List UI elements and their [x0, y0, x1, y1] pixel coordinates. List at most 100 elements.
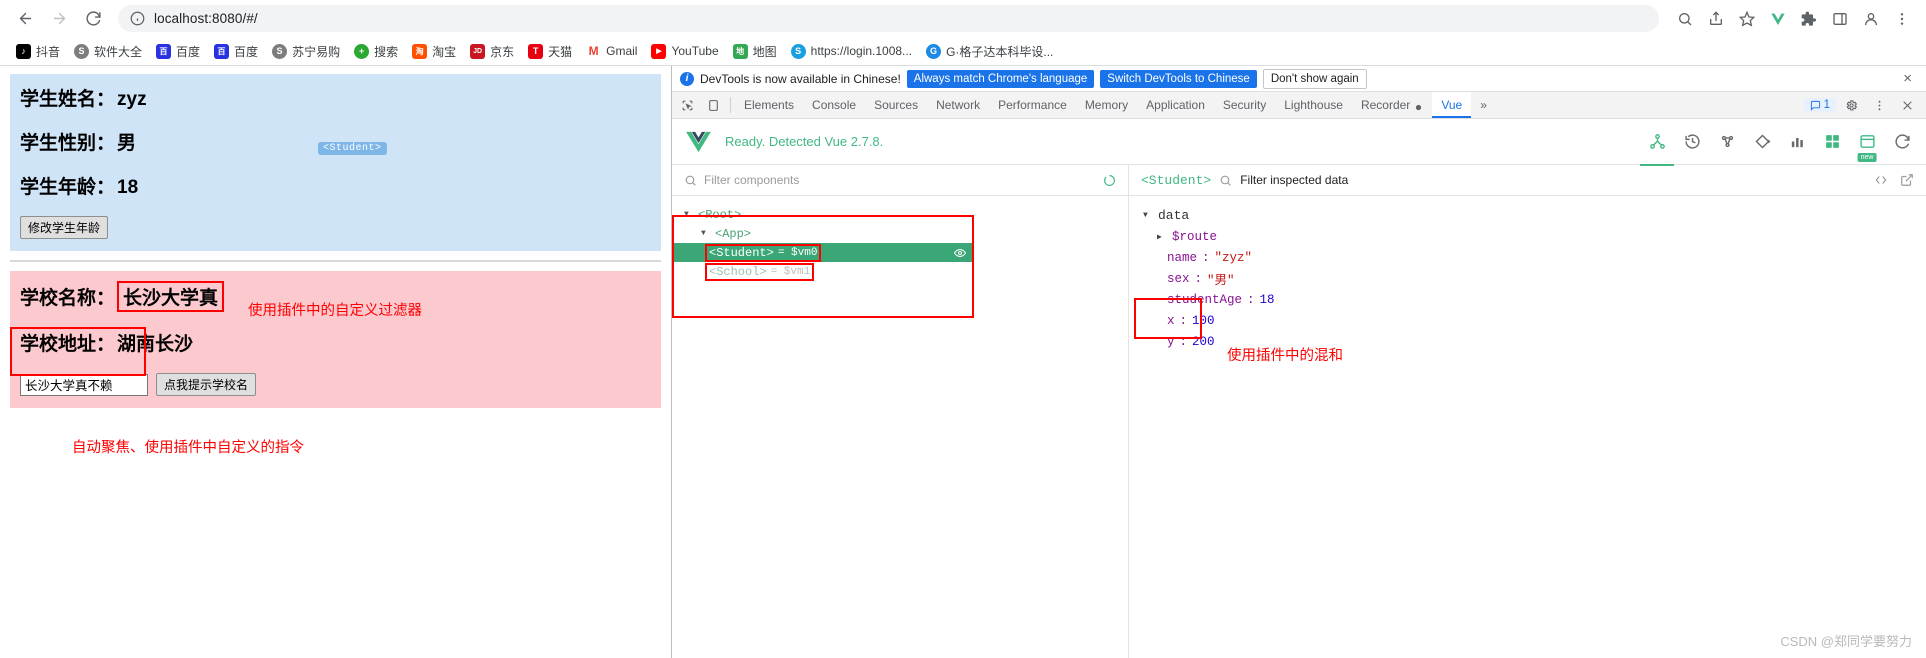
tab-lighthouse[interactable]: Lighthouse — [1275, 92, 1352, 118]
performance-bars-icon[interactable] — [1786, 131, 1808, 153]
component-filter-placeholder[interactable]: Filter components — [704, 173, 799, 187]
bookmark-item[interactable]: 地地图 — [727, 40, 783, 63]
bookmark-label: 百度 — [176, 44, 201, 59]
components-tree-icon[interactable] — [1640, 131, 1674, 166]
bookmark-star-icon[interactable] — [1733, 5, 1761, 33]
chevron-down-icon[interactable]: ▼ — [684, 210, 694, 219]
change-student-age-button[interactable]: 修改学生年龄 — [20, 216, 109, 239]
chevron-down-icon[interactable]: ▼ — [701, 229, 711, 238]
devtools-menu-icon[interactable] — [1866, 99, 1892, 112]
bookmark-item[interactable]: ▶ YouTube — [645, 41, 724, 62]
site-info-icon[interactable] — [130, 11, 145, 26]
switch-to-chinese-button[interactable]: Switch DevTools to Chinese — [1100, 69, 1257, 88]
tab-security[interactable]: Security — [1214, 92, 1275, 118]
tree-node-app[interactable]: ▼ <App> — [684, 224, 1128, 243]
school-component: 学校名称： 长沙大学真 使用插件中的自定义过滤器 学校地址： 湖南长沙 点我提示… — [10, 271, 661, 408]
suning-icon: S — [272, 43, 288, 59]
tree-node-vm: = $vm0 — [777, 246, 818, 259]
tree-node-label: <School> — [709, 264, 767, 279]
bookmark-item[interactable]: Shttps://login.1008... — [785, 41, 918, 62]
search-icon[interactable] — [1671, 5, 1699, 33]
tree-node-label: <App> — [715, 226, 752, 241]
inspected-data-filter-placeholder[interactable]: Filter inspected data — [1240, 173, 1348, 187]
tree-node-school[interactable]: <School> = $vm1 — [684, 262, 1128, 281]
toolbar-actions — [1671, 5, 1916, 33]
bookmark-item[interactable]: 百百度 — [150, 40, 206, 63]
baidu-icon: 百 — [156, 43, 172, 59]
bookmark-item[interactable]: JD 京东 — [464, 40, 520, 63]
reload-icon[interactable] — [78, 4, 108, 34]
back-icon[interactable] — [10, 4, 40, 34]
bookmark-label: G·格子达本科毕设... — [946, 44, 1054, 59]
data-entry-route[interactable]: ▶ $route — [1143, 226, 1926, 247]
bookmark-item[interactable]: 淘淘宝 — [406, 40, 462, 63]
tab-elements[interactable]: Elements — [735, 92, 803, 118]
tab-console[interactable]: Console — [803, 92, 865, 118]
tabs-overflow-icon[interactable]: » — [1471, 92, 1496, 118]
refresh-components-icon[interactable] — [1103, 174, 1116, 187]
annotation-custom-filter: 使用插件中的自定义过滤器 — [248, 303, 422, 319]
bookmark-item[interactable]: T 天猫 — [522, 40, 578, 63]
address-bar[interactable]: localhost:8080/#/ — [118, 5, 1659, 32]
device-toolbar-icon[interactable] — [700, 92, 726, 118]
tree-node-student[interactable]: <Student> = $vm0 — [672, 243, 974, 262]
bookmark-label: 搜索 — [374, 44, 399, 59]
browser-window: localhost:8080/#/ ♪ 抖音 S 软件大全 百百度 百百度 S 苏宁易… — [0, 0, 1926, 658]
dont-show-again-button[interactable]: Don't show again — [1262, 68, 1367, 89]
bookmark-item[interactable]: S 苏宁易购 — [266, 40, 346, 63]
tab-vue[interactable]: Vue — [1432, 92, 1472, 118]
show-school-name-button[interactable]: 点我提示学校名 — [156, 373, 257, 396]
vuex-icon[interactable] — [1716, 131, 1738, 153]
vue-refresh-icon[interactable] — [1891, 131, 1913, 153]
school-name-input[interactable] — [20, 373, 148, 396]
data-key: $route — [1172, 229, 1218, 244]
gmail-icon: M — [586, 43, 602, 59]
settings-gear-icon[interactable] — [1838, 99, 1864, 112]
inspect-element-icon[interactable] — [674, 92, 700, 118]
bookmark-item[interactable]: M Gmail — [580, 41, 643, 62]
issues-count: 1 — [1823, 99, 1830, 111]
share-icon[interactable] — [1702, 5, 1730, 33]
routes-diamond-icon[interactable] — [1751, 131, 1773, 153]
tree-node-root[interactable]: ▼ <Root> — [684, 205, 1128, 224]
always-match-language-button[interactable]: Always match Chrome's language — [906, 69, 1095, 88]
code-brackets-icon[interactable] — [1874, 173, 1888, 187]
devtools-tabstrip-actions: 1 — [1803, 92, 1926, 118]
tab-performance[interactable]: Performance — [989, 92, 1076, 118]
chrome-menu-icon[interactable] — [1888, 5, 1916, 33]
devtools-close-icon[interactable] — [1894, 99, 1920, 112]
tab-recorder[interactable]: Recorder — [1352, 92, 1432, 118]
school-node-highlight: <School> = $vm1 — [705, 262, 815, 281]
tab-network[interactable]: Network — [927, 92, 989, 118]
close-icon[interactable]: × — [1897, 71, 1918, 86]
issues-badge[interactable]: 1 — [1803, 98, 1836, 112]
bookmark-label: 抖音 — [36, 44, 61, 59]
forward-icon[interactable] — [44, 4, 74, 34]
profile-avatar-icon[interactable] — [1857, 5, 1885, 33]
gezida-icon: G — [926, 43, 942, 59]
bookmark-item[interactable]: S 软件大全 — [68, 40, 148, 63]
bookmark-item[interactable]: + 搜索 — [348, 40, 404, 63]
bookmark-item[interactable]: G G·格子达本科毕设... — [920, 40, 1059, 63]
tab-application[interactable]: Application — [1137, 92, 1214, 118]
chevron-right-icon[interactable]: ▶ — [1157, 232, 1167, 242]
inspector-grid-icon[interactable] — [1821, 131, 1843, 153]
vue-extension-icon[interactable] — [1764, 5, 1792, 33]
data-key: x — [1167, 313, 1175, 328]
timeline-history-icon[interactable] — [1681, 131, 1703, 153]
vue-ready-text: Ready. Detected Vue 2.7.8. — [725, 134, 884, 149]
data-key: studentAge — [1167, 292, 1243, 307]
eye-icon[interactable] — [954, 247, 966, 259]
bookmark-item[interactable]: ♪ 抖音 — [10, 40, 66, 63]
tab-sources[interactable]: Sources — [865, 92, 927, 118]
open-external-icon[interactable] — [1900, 173, 1914, 187]
data-group-row[interactable]: ▼ data — [1143, 205, 1926, 226]
search-icon — [685, 175, 696, 186]
tab-memory[interactable]: Memory — [1076, 92, 1137, 118]
new-feature-icon[interactable]: new — [1856, 131, 1878, 162]
sidepanel-icon[interactable] — [1826, 5, 1854, 33]
bookmark-item[interactable]: 百百度 — [208, 40, 264, 63]
banner-message: DevTools is now available in Chinese! — [700, 71, 901, 86]
extensions-puzzle-icon[interactable] — [1795, 5, 1823, 33]
chevron-down-icon[interactable]: ▼ — [1143, 211, 1153, 220]
